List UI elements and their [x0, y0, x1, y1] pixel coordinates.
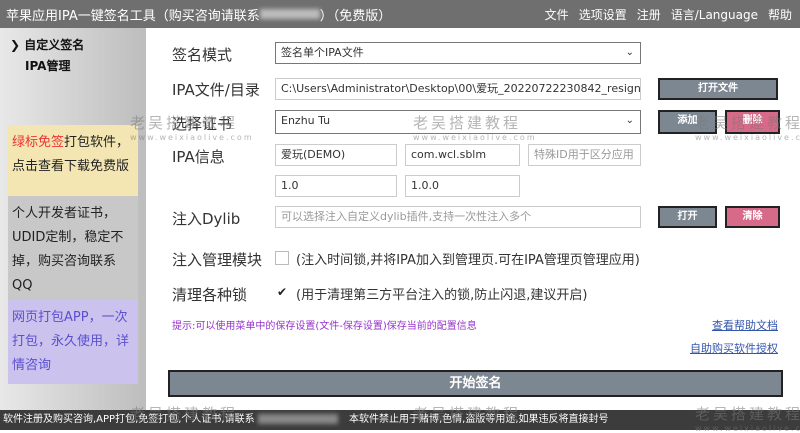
menu-bar: 文件 选项设置 注册 语言/Language 帮助	[545, 0, 792, 28]
window-title-suffix: ）（免费版）	[319, 8, 392, 24]
clean-locks-desc: (用于清理第三方平台注入的锁,防止闪退,建议开启)	[296, 288, 588, 303]
promo-web-pack[interactable]: 网页打包APP，一次打包，永久使用，详情咨询	[8, 300, 138, 384]
menu-options[interactable]: 选项设置	[579, 6, 627, 23]
clean-locks-checkbox[interactable]: ✔	[275, 285, 289, 299]
status-right: 本软件禁止用于赌博,色情,盗版等用途,如果违反将直接封号	[349, 414, 609, 425]
sign-mode-select[interactable]: 签名单个IPA文件 ⌄	[275, 42, 641, 64]
cert-label: 选择证书	[172, 115, 233, 133]
ipa-file-label: IPA文件/目录	[172, 81, 260, 99]
sign-mode-label: 签名模式	[172, 46, 233, 64]
redacted-contact	[257, 414, 338, 424]
start-sign-button[interactable]: 开始签名	[168, 370, 783, 397]
clean-locks-label: 清理各种锁	[172, 286, 248, 304]
add-cert-button[interactable]: 添加	[658, 110, 717, 134]
status-left: 软件注册及购买咨询,APP打包,免签打包,个人证书,请联系	[3, 414, 255, 425]
open-dylib-button[interactable]: 打开	[658, 206, 717, 228]
hint-text: 提示:可以使用菜单中的保存设置(文件-保存设置)保存当前的配置信息	[172, 321, 477, 332]
chevron-down-icon: ⌄	[625, 47, 634, 58]
ipa-info-label: IPA信息	[172, 148, 225, 166]
menu-language[interactable]: 语言/Language	[671, 6, 758, 23]
window-title: 苹果应用IPA一键签名工具（购买咨询请联系	[6, 8, 260, 24]
promo-free-sign[interactable]: 绿标免签打包软件，点击查看下载免费版	[8, 125, 138, 196]
dylib-input[interactable]: 可以选择注入自定义dylib插件,支持一次性注入多个	[275, 206, 641, 228]
menu-register[interactable]: 注册	[637, 6, 661, 23]
manage-module-label: 注入管理模块	[172, 251, 263, 269]
promo-certificate[interactable]: 个人开发者证书，UDID定制，稳定不掉，购买咨询联系QQ	[8, 196, 138, 300]
delete-cert-button[interactable]: 删除	[725, 110, 780, 134]
chevron-down-icon: ⌄	[625, 115, 634, 126]
help-doc-link[interactable]: 查看帮助文档	[712, 317, 778, 333]
dylib-label: 注入Dylib	[172, 210, 241, 228]
menu-file[interactable]: 文件	[545, 6, 569, 23]
redacted-contact	[259, 9, 320, 19]
manage-module-desc: (注入时间锁,并将IPA加入到管理页.可在IPA管理页管理应用)	[296, 253, 640, 268]
clear-dylib-button[interactable]: 清除	[725, 206, 780, 228]
buy-license-link[interactable]: 自助购买软件授权	[690, 340, 778, 356]
build-input[interactable]: 1.0.0	[405, 175, 520, 197]
app-name-input[interactable]: 爱玩(DEMO)	[275, 144, 397, 166]
ipa-file-input[interactable]: C:\Users\Administrator\Desktop\00\爱玩_202…	[275, 78, 641, 100]
title-bar: 苹果应用IPA一键签名工具（购买咨询请联系 ）（免费版） 文件 选项设置 注册 语…	[0, 0, 800, 28]
status-bar: 软件注册及购买咨询,APP打包,免签打包,个人证书,请联系 本软件禁止用于赌博,…	[0, 410, 800, 430]
menu-help[interactable]: 帮助	[768, 6, 792, 23]
chevron-right-icon: ❯	[10, 38, 25, 52]
manage-module-checkbox[interactable]	[275, 251, 289, 265]
checkmark-icon: ✔	[276, 285, 288, 299]
sidebar-item-custom-sign[interactable]: ❯ 自定义签名	[10, 36, 84, 53]
special-id-input[interactable]: 特殊ID用于区分应用	[528, 144, 641, 166]
cert-select[interactable]: Enzhu Tu ⌄	[275, 110, 641, 134]
sidebar: ❯ 自定义签名 IPA管理 绿标免签打包软件，点击查看下载免费版 个人开发者证书…	[0, 28, 146, 410]
version-input[interactable]: 1.0	[275, 175, 397, 197]
bundle-id-input[interactable]: com.wcl.sblm	[405, 144, 520, 166]
sidebar-item-ipa-manage[interactable]: IPA管理	[25, 57, 70, 74]
open-file-button[interactable]: 打开文件	[658, 78, 778, 100]
